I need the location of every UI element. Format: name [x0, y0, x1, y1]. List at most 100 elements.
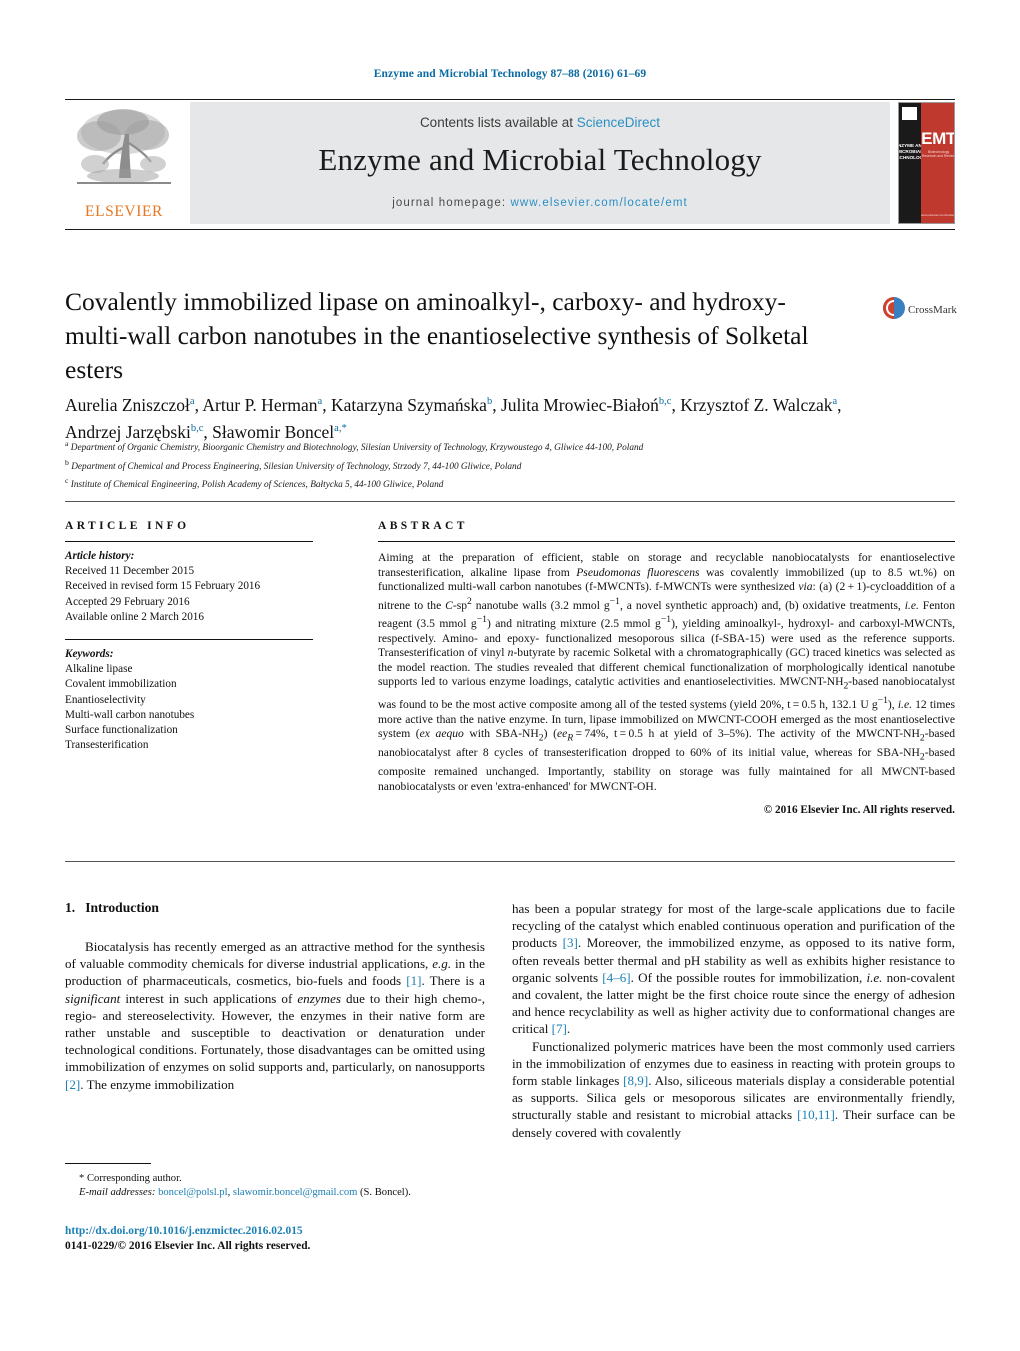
- running-head: Enzyme and Microbial Technology 87–88 (2…: [373, 68, 647, 80]
- crossmark-label: CrossMark: [908, 304, 957, 316]
- masthead-bottom-rule: [65, 229, 955, 230]
- author-entry: Julita Mrowiec-Białońb,c: [501, 395, 672, 415]
- author-affil-marker[interactable]: b,c: [191, 423, 204, 434]
- author-name: Krzysztof Z. Walczak: [680, 394, 833, 415]
- doi-link[interactable]: http://dx.doi.org/10.1016/j.enzmictec.20…: [65, 1224, 303, 1239]
- abstract-text: Aiming at the preparation of efficient, …: [378, 551, 956, 793]
- affiliation-marker: a: [65, 439, 69, 448]
- keywords-label: Keywords:: [65, 648, 114, 661]
- author-affil-marker[interactable]: b,c: [659, 396, 672, 407]
- abstract-column: ABSTRACT Aiming at the preparation of ef…: [378, 520, 955, 816]
- paper-page: Enzyme and Microbial Technology 87–88 (2…: [0, 0, 1020, 1351]
- author-entry: Katarzyna Szymańskab: [331, 395, 492, 415]
- affiliation-item: b Department of Chemical and Process Eng…: [65, 456, 865, 475]
- sciencedirect-link[interactable]: ScienceDirect: [577, 115, 660, 130]
- elsevier-tree-icon: [77, 109, 171, 184]
- article-history-label: Article history:: [65, 550, 135, 562]
- homepage-prefix: journal homepage:: [392, 197, 511, 209]
- journal-masthead: ELSEVIER Contents lists available at Sci…: [65, 100, 955, 224]
- keyword-item[interactable]: Transesterification: [65, 738, 335, 753]
- citation-link[interactable]: [2]: [65, 1077, 80, 1092]
- affiliation-item: a Department of Organic Chemistry, Bioor…: [65, 437, 865, 456]
- contents-line: Contents lists available at ScienceDirec…: [190, 115, 890, 130]
- body-top-rule: [65, 861, 955, 862]
- author-name: Aurelia Zniszczoł: [65, 394, 190, 415]
- author-name: Artur P. Herman: [202, 394, 318, 415]
- email-link-2[interactable]: slawomir.boncel@gmail.com: [233, 1187, 358, 1198]
- homepage-url-link[interactable]: www.elsevier.com/locate/emt: [510, 197, 687, 209]
- issn-copyright: 0141-0229/© 2016 Elsevier Inc. All right…: [65, 1240, 311, 1252]
- keyword-item[interactable]: Enantioselectivity: [65, 693, 335, 708]
- crossmark-badge[interactable]: CrossMark: [882, 288, 958, 344]
- affiliation-text: Department of Chemical and Process Engin…: [71, 461, 522, 472]
- keyword-item[interactable]: Surface functionalization: [65, 723, 335, 738]
- elsevier-wordmark: ELSEVIER: [85, 203, 163, 220]
- cover-publisher-mark: [902, 107, 917, 120]
- email-label: E-mail addresses:: [79, 1187, 156, 1198]
- body-column-left: 1. Introduction Biocatalysis has recently…: [65, 900, 485, 1093]
- page-title: Covalently immobilized lipase on aminoal…: [65, 287, 809, 384]
- article-info-rule: [65, 541, 313, 542]
- paragraph: has been a popular strategy for most of …: [512, 901, 955, 1037]
- citation-link[interactable]: [8,9]: [623, 1073, 648, 1088]
- author-affil-marker[interactable]: a: [833, 396, 838, 407]
- history-item: Available online 2 March 2016: [65, 610, 204, 623]
- keyword-item[interactable]: Covalent immobilization: [65, 677, 335, 692]
- author-affil-marker[interactable]: a: [318, 396, 323, 407]
- keyword-item[interactable]: Multi-wall carbon nanotubes: [65, 708, 335, 723]
- corresponding-author-note: * Corresponding author.: [65, 1172, 495, 1186]
- cover-subtitle: Biotechnology Research and Review: [921, 150, 955, 158]
- affiliation-marker: c: [65, 476, 69, 486]
- citation-link[interactable]: [7]: [552, 1021, 567, 1036]
- history-item: Accepted 29 February 2016: [65, 595, 190, 608]
- section-heading-introduction: 1. Introduction: [65, 900, 485, 916]
- citation-link[interactable]: [3]: [563, 935, 578, 950]
- history-item: Received 11 December 2015: [65, 565, 195, 578]
- article-history-block: Article history: Received 11 December 20…: [65, 549, 335, 625]
- section-number: 1.: [65, 900, 76, 915]
- keyword-item[interactable]: Alkaline lipase: [65, 662, 335, 677]
- corresponding-author-marker[interactable]: a,*: [334, 423, 347, 434]
- author-name: Katarzyna Szymańska: [330, 394, 487, 415]
- cover-emt-wordmark: EMT: [921, 129, 955, 148]
- affiliation-text: Department of Organic Chemistry, Bioorga…: [70, 443, 644, 454]
- cover-right-panel: EMT Biotechnology Research and Review ww…: [921, 103, 955, 223]
- elsevier-logo: ELSEVIER: [65, 102, 183, 224]
- citation-link[interactable]: [4–6]: [602, 970, 630, 985]
- journal-cover-thumbnail[interactable]: ENZYME AND MICROBIAL TECHNOLOGY EMT Biot…: [898, 102, 955, 224]
- affiliation-list: a Department of Organic Chemistry, Bioor…: [65, 437, 865, 493]
- author-name: Julita Mrowiec-Białoń: [500, 394, 659, 415]
- article-info-heading: ARTICLE INFO: [65, 520, 190, 532]
- author-affil-marker[interactable]: a: [190, 396, 195, 407]
- email-note: E-mail addresses: boncel@polsl.pl, slawo…: [79, 1187, 411, 1198]
- section-title: Introduction: [85, 900, 159, 915]
- history-item: Received in revised form 15 February 201…: [65, 580, 261, 593]
- homepage-line: journal homepage: www.elsevier.com/locat…: [190, 197, 890, 209]
- corresponding-marker: *: [79, 1173, 85, 1184]
- article-info-column: ARTICLE INFO Article history: Received 1…: [65, 520, 335, 753]
- affiliation-marker: b: [65, 457, 69, 467]
- abstract-copyright: © 2016 Elsevier Inc. All rights reserved…: [763, 804, 955, 817]
- abstract-rule: [378, 541, 955, 542]
- author-entry: Artur P. Hermana: [202, 395, 322, 415]
- author-affil-marker[interactable]: b: [487, 396, 492, 407]
- citation-link[interactable]: [1]: [406, 973, 421, 988]
- corresponding-label: Corresponding author.: [86, 1173, 182, 1184]
- body-column-right: has been a popular strategy for most of …: [512, 900, 955, 1141]
- footnote-rule: [65, 1163, 151, 1164]
- cover-footer-url: www.elsevier.com/locate/emt: [921, 213, 954, 217]
- contents-prefix: Contents lists available at: [419, 115, 577, 130]
- paragraph: Biocatalysis has recently emerged as an …: [65, 939, 485, 1092]
- keywords-rule: [65, 639, 313, 641]
- email-suffix: (S. Boncel).: [360, 1187, 411, 1198]
- info-top-rule: [65, 501, 955, 502]
- author-entry: Aurelia Zniszczoła: [65, 395, 195, 415]
- cover-left-panel: ENZYME AND MICROBIAL TECHNOLOGY: [899, 103, 926, 223]
- citation-link[interactable]: [10,11]: [797, 1107, 835, 1122]
- crossmark-icon: [883, 297, 905, 319]
- keywords-block: Keywords: Alkaline lipase Covalent immob…: [65, 647, 335, 753]
- footnote-block: * Corresponding author. E-mail addresses…: [65, 1172, 495, 1200]
- paragraph: Functionalized polymeric matrices have b…: [512, 1038, 956, 1140]
- author-entry: Krzysztof Z. Walczaka: [680, 395, 837, 415]
- email-link-1[interactable]: boncel@polsl.pl: [158, 1187, 228, 1198]
